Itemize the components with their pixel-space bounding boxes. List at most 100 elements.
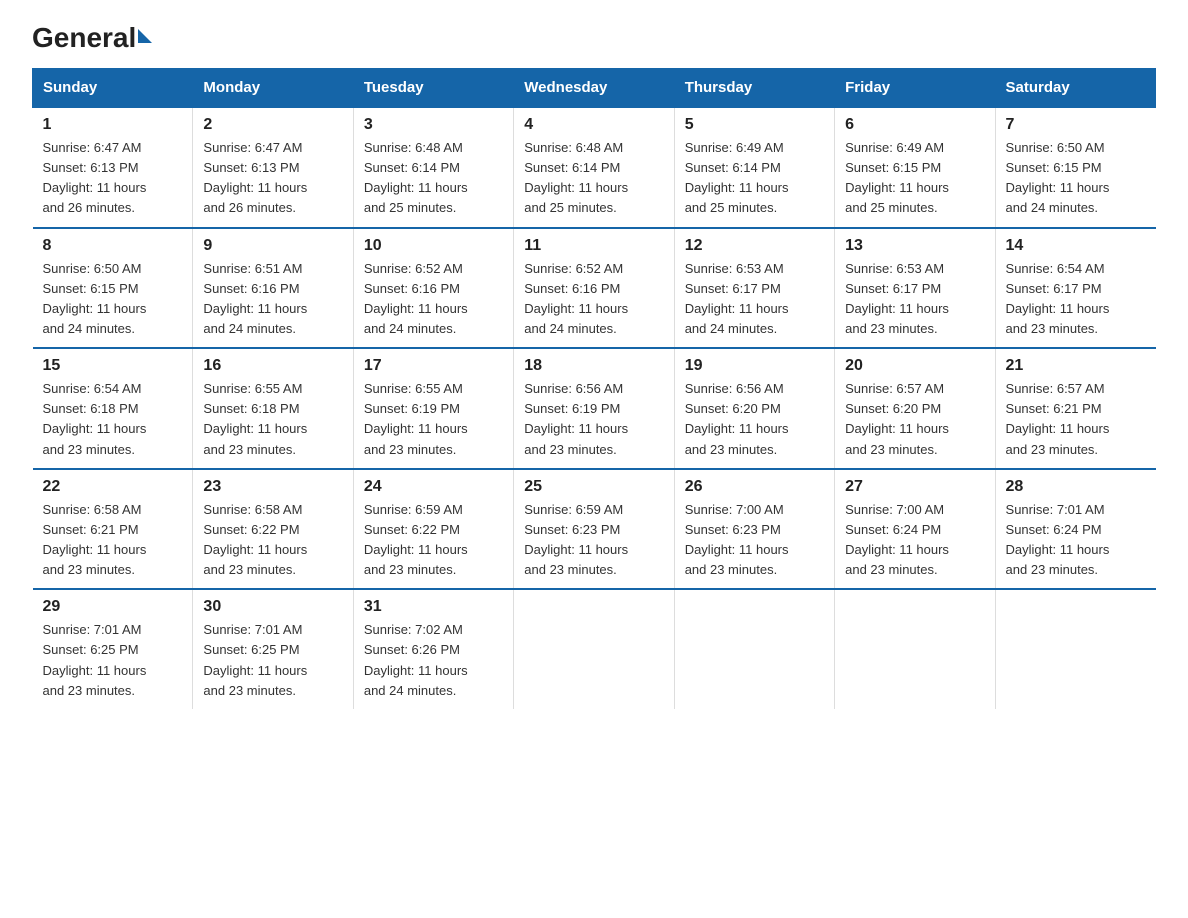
- day-number: 25: [524, 478, 663, 496]
- calendar-cell: [995, 589, 1155, 709]
- calendar-cell: 25 Sunrise: 6:59 AMSunset: 6:23 PMDayligh…: [514, 469, 674, 590]
- day-info: Sunrise: 6:52 AMSunset: 6:16 PMDaylight:…: [524, 259, 663, 340]
- calendar-cell: 20Sunrise: 6:57 AMSunset: 6:20 PMDayligh…: [835, 348, 995, 469]
- day-info: Sunrise: 6:55 AMSunset: 6:19 PMDaylight:…: [364, 379, 503, 460]
- page-header: General: [32, 24, 1156, 52]
- day-info: Sunrise: 6:50 AMSunset: 6:15 PMDaylight:…: [43, 259, 183, 340]
- calendar-cell: 27 Sunrise: 7:00 AMSunset: 6:24 PMDayligh…: [835, 469, 995, 590]
- day-info: Sunrise: 6:47 AMSunset: 6:13 PMDaylight:…: [203, 138, 342, 219]
- calendar-cell: 1 Sunrise: 6:47 AMSunset: 6:13 PMDaylight…: [33, 107, 193, 228]
- calendar-cell: 19Sunrise: 6:56 AMSunset: 6:20 PMDayligh…: [674, 348, 834, 469]
- day-info: Sunrise: 7:02 AMSunset: 6:26 PMDaylight:…: [364, 620, 503, 701]
- day-info: Sunrise: 7:00 AMSunset: 6:23 PMDaylight:…: [685, 500, 824, 581]
- day-number: 1: [43, 116, 183, 134]
- day-info: Sunrise: 7:00 AMSunset: 6:24 PMDaylight:…: [845, 500, 984, 581]
- day-info: Sunrise: 6:48 AMSunset: 6:14 PMDaylight:…: [364, 138, 503, 219]
- day-of-week-header: Monday: [193, 69, 353, 108]
- calendar-cell: 31 Sunrise: 7:02 AMSunset: 6:26 PMDayligh…: [353, 589, 513, 709]
- day-number: 24: [364, 478, 503, 496]
- day-number: 3: [364, 116, 503, 134]
- day-number: 6: [845, 116, 984, 134]
- day-info: Sunrise: 6:57 AMSunset: 6:21 PMDaylight:…: [1006, 379, 1146, 460]
- day-info: Sunrise: 6:53 AMSunset: 6:17 PMDaylight:…: [685, 259, 824, 340]
- calendar-cell: 13 Sunrise: 6:53 AMSunset: 6:17 PMDayligh…: [835, 228, 995, 349]
- day-info: Sunrise: 6:57 AMSunset: 6:20 PMDaylight:…: [845, 379, 984, 460]
- day-info: Sunrise: 6:56 AMSunset: 6:19 PMDaylight:…: [524, 379, 663, 460]
- logo-arrow-icon: [138, 29, 152, 43]
- calendar-table: SundayMondayTuesdayWednesdayThursdayFrid…: [32, 68, 1156, 709]
- calendar-cell: 3 Sunrise: 6:48 AMSunset: 6:14 PMDaylight…: [353, 107, 513, 228]
- calendar-cell: 17Sunrise: 6:55 AMSunset: 6:19 PMDayligh…: [353, 348, 513, 469]
- day-info: Sunrise: 6:54 AMSunset: 6:18 PMDaylight:…: [43, 379, 183, 460]
- day-info: Sunrise: 6:55 AMSunset: 6:18 PMDaylight:…: [203, 379, 342, 460]
- day-number: 27: [845, 478, 984, 496]
- day-info: Sunrise: 7:01 AMSunset: 6:25 PMDaylight:…: [203, 620, 342, 701]
- day-number: 16: [203, 357, 342, 375]
- day-info: Sunrise: 6:48 AMSunset: 6:14 PMDaylight:…: [524, 138, 663, 219]
- calendar-cell: 6 Sunrise: 6:49 AMSunset: 6:15 PMDaylight…: [835, 107, 995, 228]
- calendar-cell: 26 Sunrise: 7:00 AMSunset: 6:23 PMDayligh…: [674, 469, 834, 590]
- day-info: Sunrise: 6:52 AMSunset: 6:16 PMDaylight:…: [364, 259, 503, 340]
- day-number: 8: [43, 237, 183, 255]
- calendar-cell: 9 Sunrise: 6:51 AMSunset: 6:16 PMDaylight…: [193, 228, 353, 349]
- calendar-week-row: 8 Sunrise: 6:50 AMSunset: 6:15 PMDaylight…: [33, 228, 1156, 349]
- day-number: 23: [203, 478, 342, 496]
- day-of-week-header: Friday: [835, 69, 995, 108]
- calendar-cell: [514, 589, 674, 709]
- day-info: Sunrise: 6:54 AMSunset: 6:17 PMDaylight:…: [1006, 259, 1146, 340]
- calendar-cell: 8 Sunrise: 6:50 AMSunset: 6:15 PMDaylight…: [33, 228, 193, 349]
- logo-general-text: General: [32, 24, 152, 52]
- day-info: Sunrise: 6:53 AMSunset: 6:17 PMDaylight:…: [845, 259, 984, 340]
- day-number: 31: [364, 598, 503, 616]
- day-of-week-header: Sunday: [33, 69, 193, 108]
- calendar-cell: 23 Sunrise: 6:58 AMSunset: 6:22 PMDayligh…: [193, 469, 353, 590]
- calendar-cell: 22 Sunrise: 6:58 AMSunset: 6:21 PMDayligh…: [33, 469, 193, 590]
- day-number: 28: [1006, 478, 1146, 496]
- day-info: Sunrise: 6:56 AMSunset: 6:20 PMDaylight:…: [685, 379, 824, 460]
- day-number: 14: [1006, 237, 1146, 255]
- day-number: 7: [1006, 116, 1146, 134]
- calendar-week-row: 15 Sunrise: 6:54 AMSunset: 6:18 PMDayligh…: [33, 348, 1156, 469]
- calendar-cell: 28 Sunrise: 7:01 AMSunset: 6:24 PMDayligh…: [995, 469, 1155, 590]
- calendar-cell: 30 Sunrise: 7:01 AMSunset: 6:25 PMDayligh…: [193, 589, 353, 709]
- day-number: 10: [364, 237, 503, 255]
- day-info: Sunrise: 6:49 AMSunset: 6:14 PMDaylight:…: [685, 138, 824, 219]
- day-info: Sunrise: 6:47 AMSunset: 6:13 PMDaylight:…: [43, 138, 183, 219]
- calendar-body: 1 Sunrise: 6:47 AMSunset: 6:13 PMDaylight…: [33, 107, 1156, 709]
- day-number: 5: [685, 116, 824, 134]
- day-of-week-header: Tuesday: [353, 69, 513, 108]
- calendar-header: SundayMondayTuesdayWednesdayThursdayFrid…: [33, 69, 1156, 108]
- day-info: Sunrise: 6:58 AMSunset: 6:21 PMDaylight:…: [43, 500, 183, 581]
- calendar-week-row: 29 Sunrise: 7:01 AMSunset: 6:25 PMDayligh…: [33, 589, 1156, 709]
- calendar-cell: [674, 589, 834, 709]
- calendar-cell: 11 Sunrise: 6:52 AMSunset: 6:16 PMDayligh…: [514, 228, 674, 349]
- calendar-cell: 10 Sunrise: 6:52 AMSunset: 6:16 PMDayligh…: [353, 228, 513, 349]
- day-number: 29: [43, 598, 183, 616]
- calendar-cell: 24Sunrise: 6:59 AMSunset: 6:22 PMDayligh…: [353, 469, 513, 590]
- day-number: 21: [1006, 357, 1146, 375]
- day-number: 11: [524, 237, 663, 255]
- day-of-week-header: Wednesday: [514, 69, 674, 108]
- calendar-cell: 5 Sunrise: 6:49 AMSunset: 6:14 PMDaylight…: [674, 107, 834, 228]
- day-number: 22: [43, 478, 183, 496]
- calendar-cell: 21 Sunrise: 6:57 AMSunset: 6:21 PMDayligh…: [995, 348, 1155, 469]
- day-number: 9: [203, 237, 342, 255]
- day-of-week-header: Thursday: [674, 69, 834, 108]
- logo: General: [32, 24, 152, 52]
- day-info: Sunrise: 7:01 AMSunset: 6:25 PMDaylight:…: [43, 620, 183, 701]
- day-number: 13: [845, 237, 984, 255]
- day-info: Sunrise: 6:50 AMSunset: 6:15 PMDaylight:…: [1006, 138, 1146, 219]
- calendar-cell: 12Sunrise: 6:53 AMSunset: 6:17 PMDayligh…: [674, 228, 834, 349]
- calendar-week-row: 22 Sunrise: 6:58 AMSunset: 6:21 PMDayligh…: [33, 469, 1156, 590]
- day-number: 15: [43, 357, 183, 375]
- day-info: Sunrise: 6:58 AMSunset: 6:22 PMDaylight:…: [203, 500, 342, 581]
- calendar-cell: 16 Sunrise: 6:55 AMSunset: 6:18 PMDayligh…: [193, 348, 353, 469]
- day-info: Sunrise: 6:49 AMSunset: 6:15 PMDaylight:…: [845, 138, 984, 219]
- day-number: 30: [203, 598, 342, 616]
- day-number: 26: [685, 478, 824, 496]
- logo-general-word: General: [32, 24, 136, 52]
- day-info: Sunrise: 6:59 AMSunset: 6:23 PMDaylight:…: [524, 500, 663, 581]
- day-number: 4: [524, 116, 663, 134]
- day-info: Sunrise: 7:01 AMSunset: 6:24 PMDaylight:…: [1006, 500, 1146, 581]
- day-info: Sunrise: 6:51 AMSunset: 6:16 PMDaylight:…: [203, 259, 342, 340]
